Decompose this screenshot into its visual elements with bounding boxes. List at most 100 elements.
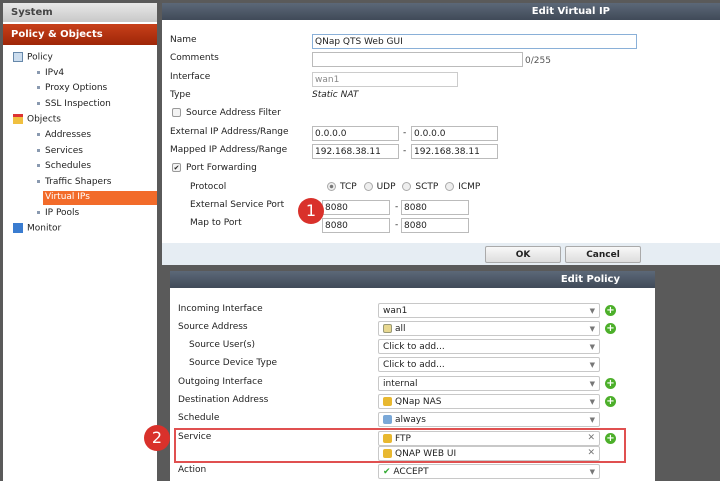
panel-title: Edit Policy bbox=[170, 271, 655, 288]
source-device-type-select[interactable]: Click to add... ▼ bbox=[378, 357, 600, 372]
map-port-label: Map to Port bbox=[190, 218, 242, 228]
comments-label: Comments bbox=[170, 53, 219, 63]
label: IP Pools bbox=[45, 208, 80, 218]
edit-virtual-ip-panel: Edit Virtual IP Name QNap QTS Web GUI Co… bbox=[162, 3, 720, 265]
label: Monitor bbox=[27, 223, 62, 234]
name-input[interactable]: QNap QTS Web GUI bbox=[312, 34, 637, 49]
tree-services[interactable]: Services bbox=[37, 146, 83, 156]
label: Policy bbox=[27, 52, 53, 63]
radio-sctp[interactable]: SCTP bbox=[415, 182, 438, 192]
mapped-ip-from-input[interactable]: 192.168.38.11 bbox=[312, 144, 399, 159]
tree-schedules[interactable]: Schedules bbox=[37, 161, 91, 171]
tree-policy[interactable]: Policy bbox=[13, 52, 53, 63]
button-bar: OK Cancel bbox=[162, 243, 720, 265]
tree-proxy-options[interactable]: Proxy Options bbox=[37, 83, 107, 93]
dropdown-arrow-icon: ▼ bbox=[589, 380, 595, 388]
action-select[interactable]: ✔ ACCEPT ▼ bbox=[378, 464, 600, 479]
outgoing-interface-select[interactable]: internal ▼ bbox=[378, 376, 600, 391]
value: Click to add... bbox=[383, 360, 445, 370]
value: FTP bbox=[395, 434, 411, 444]
radio-icmp[interactable]: ICMP bbox=[458, 182, 480, 192]
comments-input[interactable] bbox=[312, 52, 523, 67]
incoming-interface-label: Incoming Interface bbox=[178, 304, 263, 314]
tree-ipv4[interactable]: IPv4 bbox=[37, 68, 64, 78]
tree-addresses[interactable]: Addresses bbox=[37, 130, 91, 140]
value: wan1 bbox=[383, 306, 408, 316]
policy-objects-menu[interactable]: Policy & Objects bbox=[3, 24, 157, 45]
label: Services bbox=[45, 146, 83, 156]
source-address-label: Source Address bbox=[178, 322, 248, 332]
radio-udp[interactable]: UDP bbox=[377, 182, 396, 192]
tree-ip-pools[interactable]: IP Pools bbox=[37, 208, 79, 218]
check-icon: ✔ bbox=[383, 467, 394, 477]
objects-icon bbox=[13, 114, 23, 124]
protocol-radio-group[interactable]: TCP UDP SCTP ICMP bbox=[323, 182, 480, 192]
map-port-from-input[interactable]: 8080 bbox=[322, 218, 390, 233]
schedule-icon bbox=[383, 415, 392, 424]
tree-objects[interactable]: Objects bbox=[13, 114, 61, 125]
destination-address-label: Destination Address bbox=[178, 395, 269, 405]
remove-icon[interactable]: ✕ bbox=[587, 433, 595, 443]
source-device-type-label: Source Device Type bbox=[189, 358, 278, 368]
interface-label: Interface bbox=[170, 72, 211, 82]
monitor-icon bbox=[13, 223, 23, 233]
service-item-ftp[interactable]: FTP ✕ bbox=[378, 431, 600, 446]
annotation-2: 2 bbox=[144, 425, 170, 451]
radio-tcp[interactable]: TCP bbox=[340, 182, 357, 192]
source-filter-checkbox[interactable]: Source Address Filter bbox=[172, 108, 281, 118]
port-forwarding-checkbox[interactable]: ✔ Port Forwarding bbox=[172, 163, 257, 173]
comments-count: 0/255 bbox=[525, 56, 551, 66]
map-port-to-input[interactable]: 8080 bbox=[401, 218, 469, 233]
ext-ip-to-input[interactable]: 0.0.0.0 bbox=[411, 126, 498, 141]
label: Addresses bbox=[45, 130, 92, 140]
dash: - bbox=[395, 220, 399, 230]
dropdown-arrow-icon: ▼ bbox=[589, 325, 595, 333]
destination-address-select[interactable]: QNap NAS ▼ bbox=[378, 394, 600, 409]
dropdown-arrow-icon: ▼ bbox=[589, 398, 595, 406]
add-icon[interactable]: + bbox=[605, 323, 616, 334]
dropdown-arrow-icon: ▼ bbox=[589, 343, 595, 351]
address-icon bbox=[383, 324, 392, 333]
type-label: Type bbox=[170, 90, 191, 100]
source-users-label: Source User(s) bbox=[189, 340, 255, 350]
sidebar: System Policy & Objects Policy IPv4 Prox… bbox=[3, 3, 157, 481]
dropdown-arrow-icon: ▼ bbox=[589, 307, 595, 315]
tree-monitor[interactable]: Monitor bbox=[13, 223, 61, 234]
label: Virtual IPs bbox=[45, 192, 90, 202]
label: Traffic Shapers bbox=[45, 177, 112, 187]
address-group-icon bbox=[383, 397, 392, 406]
remove-icon[interactable]: ✕ bbox=[587, 448, 595, 458]
label: Source Address Filter bbox=[186, 108, 281, 118]
add-icon[interactable]: + bbox=[605, 305, 616, 316]
ext-ip-from-input[interactable]: 0.0.0.0 bbox=[312, 126, 399, 141]
cancel-button[interactable]: Cancel bbox=[565, 246, 641, 263]
tree-ssl-inspection[interactable]: SSL Inspection bbox=[37, 99, 111, 109]
label: IPv4 bbox=[45, 68, 65, 78]
panel-title: Edit Virtual IP bbox=[162, 3, 720, 20]
mapped-ip-label: Mapped IP Address/Range bbox=[170, 145, 288, 155]
ext-port-to-input[interactable]: 8080 bbox=[401, 200, 469, 215]
action-label: Action bbox=[178, 465, 207, 475]
service-item-qnap-web-ui[interactable]: QNAP WEB UI ✕ bbox=[378, 446, 600, 461]
annotation-1: 1 bbox=[298, 198, 324, 224]
source-address-select[interactable]: all ▼ bbox=[378, 321, 600, 336]
system-menu[interactable]: System bbox=[3, 3, 157, 22]
add-icon[interactable]: + bbox=[605, 378, 616, 389]
protocol-label: Protocol bbox=[190, 182, 227, 192]
ext-port-label: External Service Port bbox=[190, 200, 285, 210]
value: internal bbox=[383, 379, 418, 389]
schedule-select[interactable]: always ▼ bbox=[378, 412, 600, 427]
tree-traffic-shapers[interactable]: Traffic Shapers bbox=[37, 177, 111, 187]
tree-virtual-ips[interactable]: Virtual IPs bbox=[43, 191, 157, 205]
edit-policy-panel: Edit Policy Incoming Interface wan1 ▼ + S… bbox=[170, 271, 655, 481]
source-users-select[interactable]: Click to add... ▼ bbox=[378, 339, 600, 354]
add-icon[interactable]: + bbox=[605, 396, 616, 407]
dropdown-arrow-icon: ▼ bbox=[589, 468, 595, 476]
incoming-interface-select[interactable]: wan1 ▼ bbox=[378, 303, 600, 318]
add-icon[interactable]: + bbox=[605, 433, 616, 444]
mapped-ip-to-input[interactable]: 192.168.38.11 bbox=[411, 144, 498, 159]
ok-button[interactable]: OK bbox=[485, 246, 561, 263]
value: all bbox=[395, 324, 406, 334]
ext-port-from-input[interactable]: 8080 bbox=[322, 200, 390, 215]
schedule-label: Schedule bbox=[178, 413, 220, 423]
